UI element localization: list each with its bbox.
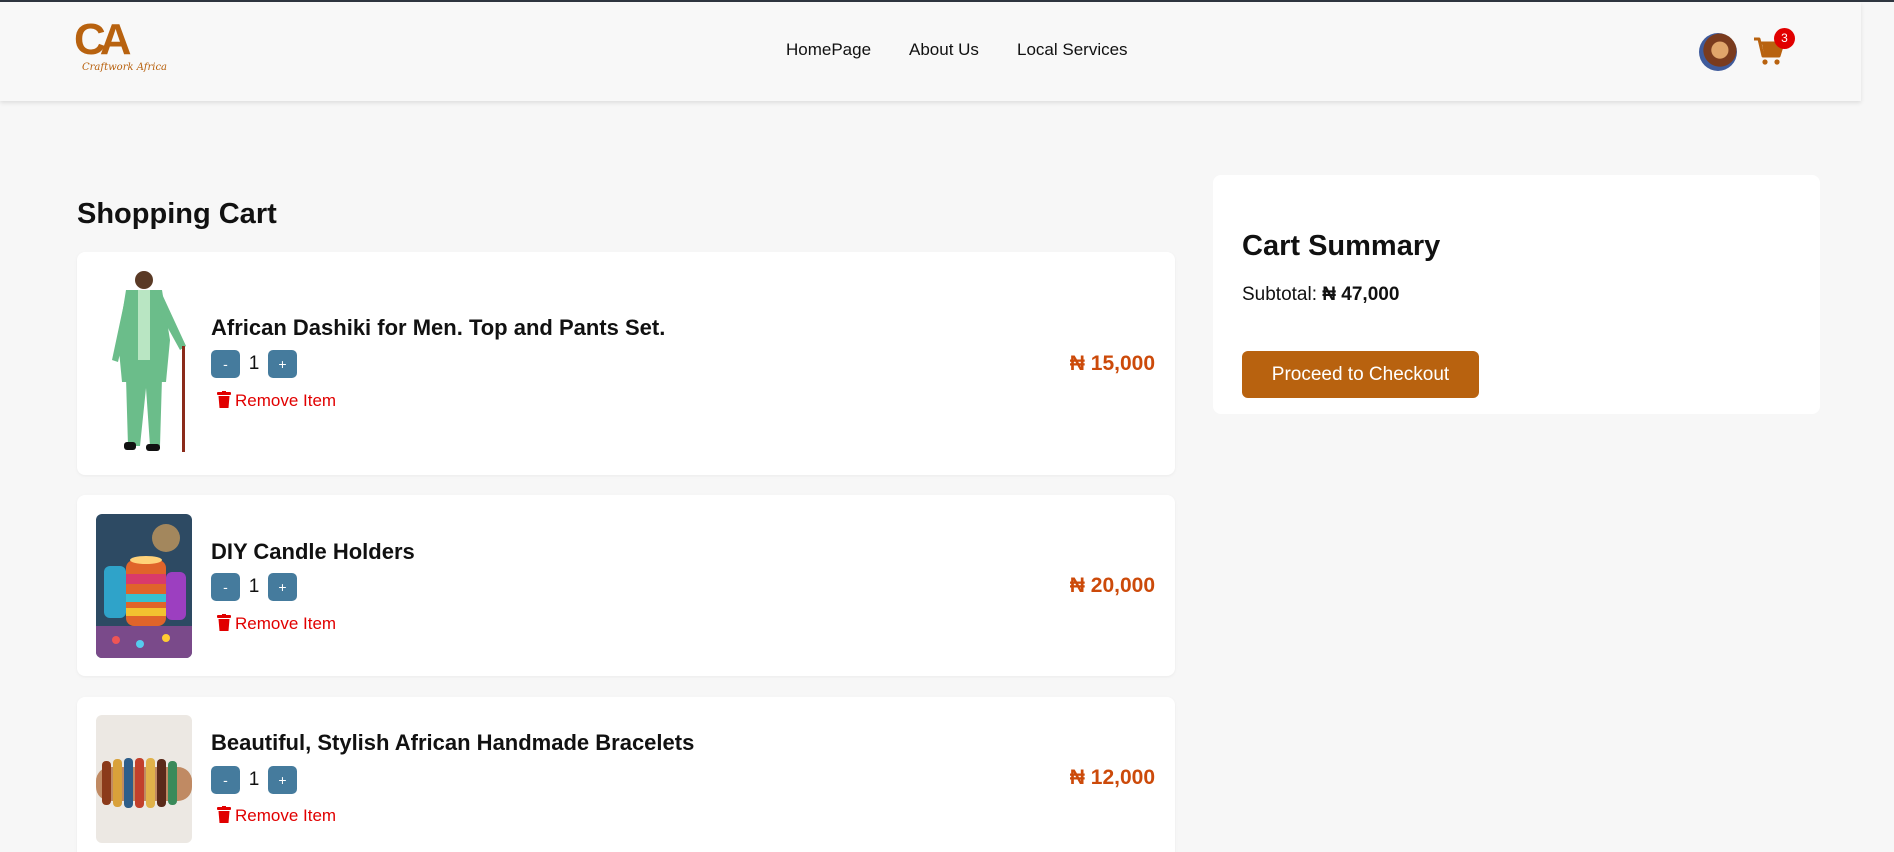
decrease-quantity-button[interactable]: - xyxy=(211,350,240,378)
product-name[interactable]: DIY Candle Holders xyxy=(211,539,415,565)
remove-item-label: Remove Item xyxy=(235,391,337,410)
increase-quantity-button[interactable]: + xyxy=(268,350,297,378)
subtotal-value: ₦ 47,000 xyxy=(1322,284,1400,305)
remove-item-button[interactable]: Remove Item xyxy=(217,391,336,411)
decrease-quantity-button[interactable]: - xyxy=(211,573,240,601)
nav-link-about-us[interactable]: About Us xyxy=(909,40,979,60)
site-header: CA Craftwork Africa HomePage About Us Lo… xyxy=(0,2,1861,101)
remove-item-button[interactable]: Remove Item xyxy=(217,806,336,826)
quantity-value: 1 xyxy=(248,576,260,597)
item-price: ₦ 12,000 xyxy=(1069,766,1155,789)
cart-summary-panel: Cart Summary Subtotal: ₦ 47,000 Proceed … xyxy=(1213,175,1820,414)
subtotal: Subtotal: ₦ 47,000 xyxy=(1242,284,1399,306)
user-avatar[interactable] xyxy=(1699,33,1737,71)
proceed-to-checkout-button[interactable]: Proceed to Checkout xyxy=(1242,351,1479,398)
product-image-candle-holders xyxy=(96,514,192,658)
item-price: ₦ 20,000 xyxy=(1069,574,1155,597)
product-image-bracelets xyxy=(96,715,192,843)
quantity-value: 1 xyxy=(248,769,260,790)
remove-item-button[interactable]: Remove Item xyxy=(217,614,336,634)
cart-count-badge: 3 xyxy=(1774,28,1795,49)
nav-link-local-services[interactable]: Local Services xyxy=(1017,40,1128,60)
cart-summary-title: Cart Summary xyxy=(1242,230,1441,262)
increase-quantity-button[interactable]: + xyxy=(268,766,297,794)
remove-item-label: Remove Item xyxy=(235,614,337,633)
main-nav: HomePage About Us Local Services xyxy=(0,40,1861,64)
item-price: ₦ 15,000 xyxy=(1069,352,1155,375)
decrease-quantity-button[interactable]: - xyxy=(211,766,240,794)
cart-item: DIY Candle Holders - 1 + Remove Item ₦ 2… xyxy=(77,495,1175,676)
quantity-value: 1 xyxy=(248,353,260,374)
cart-item: African Dashiki for Men. Top and Pants S… xyxy=(77,252,1175,475)
cart-item: Beautiful, Stylish African Handmade Brac… xyxy=(77,697,1175,852)
trash-icon xyxy=(217,391,231,408)
subtotal-label: Subtotal: xyxy=(1242,284,1317,305)
product-name[interactable]: Beautiful, Stylish African Handmade Brac… xyxy=(211,730,694,756)
product-name[interactable]: African Dashiki for Men. Top and Pants S… xyxy=(211,315,665,341)
increase-quantity-button[interactable]: + xyxy=(268,573,297,601)
nav-link-homepage[interactable]: HomePage xyxy=(786,40,871,60)
trash-icon xyxy=(217,614,231,631)
remove-item-label: Remove Item xyxy=(235,806,337,825)
trash-icon xyxy=(217,806,231,823)
product-image-dashiki xyxy=(96,270,192,456)
page-title: Shopping Cart xyxy=(77,198,277,230)
